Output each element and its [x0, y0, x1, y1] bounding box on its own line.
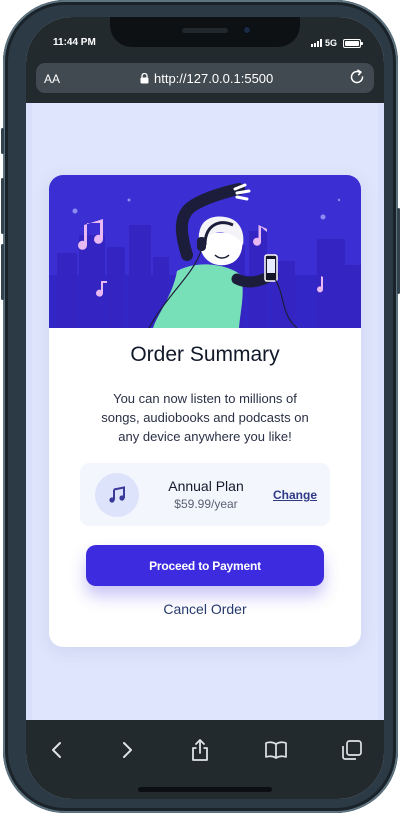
page-title: Order Summary	[130, 343, 280, 366]
volume-down-button	[1, 244, 4, 300]
reload-icon[interactable]	[348, 68, 366, 86]
forward-button[interactable]	[112, 736, 142, 764]
tabs-icon	[342, 740, 362, 760]
plan-name: Annual Plan	[168, 478, 244, 494]
volume-up-button	[1, 178, 4, 234]
status-time: 11:44 PM	[53, 37, 96, 48]
home-indicator	[138, 787, 272, 792]
url-display[interactable]: http://127.0.0.1:5500	[140, 71, 273, 86]
address-bar[interactable]: AA http://127.0.0.1:5500	[36, 63, 374, 93]
bookmarks-icon	[265, 741, 287, 759]
bookmarks-button[interactable]	[261, 736, 291, 764]
mute-switch	[1, 128, 4, 154]
signal-icon	[311, 39, 322, 47]
share-icon	[192, 739, 208, 761]
proceed-to-payment-button[interactable]: Proceed to Payment	[86, 545, 324, 586]
cancel-order-link[interactable]: Cancel Order	[49, 601, 361, 617]
status-indicators: 5G	[311, 38, 364, 48]
battery-icon	[343, 38, 364, 48]
forward-icon	[123, 742, 132, 758]
lock-icon	[140, 73, 149, 84]
share-button[interactable]	[185, 736, 215, 764]
power-button	[397, 208, 400, 294]
browser-toolbar	[26, 720, 384, 799]
url-text: http://127.0.0.1:5500	[154, 71, 274, 86]
hero-illustration	[49, 175, 361, 328]
music-note-icon	[95, 473, 139, 517]
plan-summary: Annual Plan $59.99/year Change	[80, 463, 330, 526]
tabs-button[interactable]	[337, 736, 367, 764]
phone-frame: 11:44 PM 5G AA http://127.0.0.1:5500 Ord…	[1, 0, 400, 813]
change-plan-link[interactable]: Change	[273, 488, 317, 502]
phone-screen: 11:44 PM 5G AA http://127.0.0.1:5500 Ord…	[26, 17, 384, 799]
browser-address-area: AA http://127.0.0.1:5500	[26, 62, 384, 103]
speaker-grille	[182, 28, 228, 33]
order-summary-card: Order Summary You can now listen to mill…	[49, 175, 361, 647]
web-content: Order Summary You can now listen to mill…	[32, 103, 378, 723]
status-bar: 11:44 PM 5G	[26, 17, 384, 62]
back-icon	[52, 742, 61, 758]
order-description: You can now listen to millions of songs,…	[101, 391, 309, 444]
plan-price: $59.99/year	[174, 497, 238, 511]
back-button[interactable]	[42, 736, 72, 764]
notch	[110, 17, 300, 47]
network-type: 5G	[325, 38, 338, 48]
front-camera	[242, 25, 252, 35]
text-size-button[interactable]: AA	[44, 72, 60, 86]
